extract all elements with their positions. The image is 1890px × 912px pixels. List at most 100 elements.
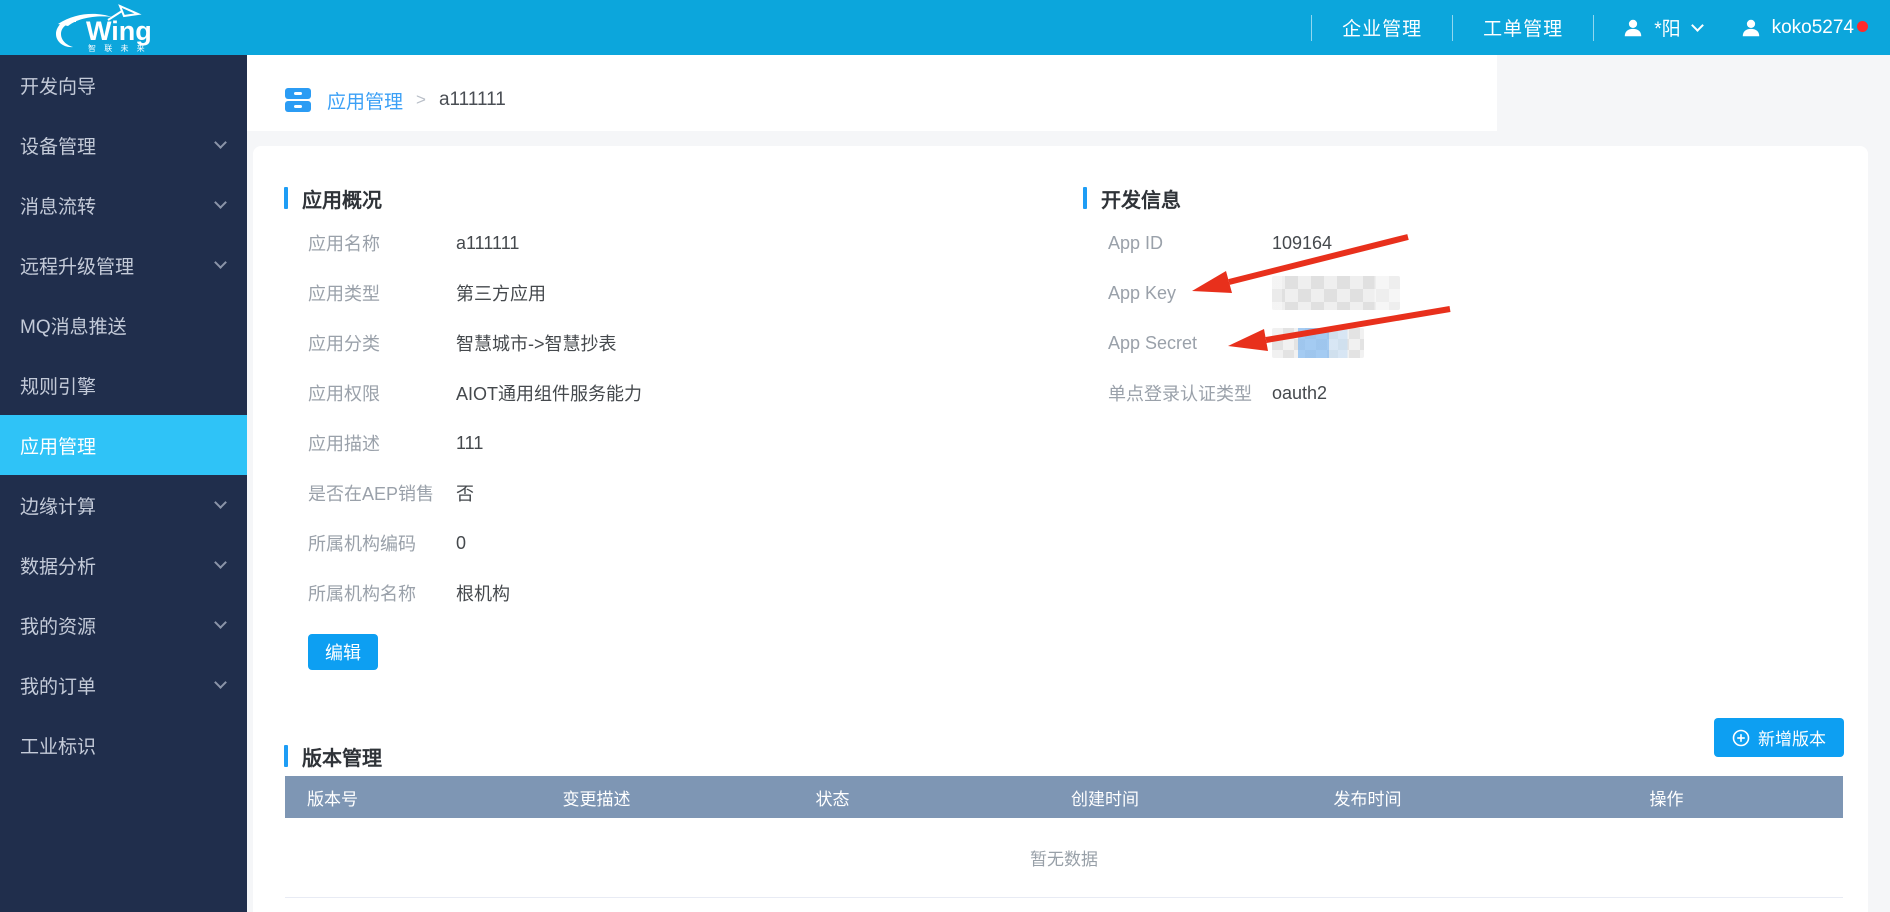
section-accent-bar: [284, 187, 288, 209]
column-header-actions: 操作: [1490, 785, 1843, 810]
column-header-status: 状态: [700, 785, 965, 810]
sidebar-item-edge-computing[interactable]: 边缘计算: [0, 475, 247, 535]
sidebar-item-my-orders[interactable]: 我的订单: [0, 655, 247, 715]
field-row-app-id: App ID 109164: [1083, 218, 1773, 268]
field-value: oauth2: [1272, 383, 1327, 404]
field-label: App Secret: [1083, 333, 1272, 354]
field-label: 所属机构名称: [284, 580, 456, 606]
add-version-button[interactable]: 新增版本: [1714, 718, 1844, 757]
sidebar-item-label: 工业标识: [20, 732, 96, 759]
sidebar-item-my-resources[interactable]: 我的资源: [0, 595, 247, 655]
top-bar: Wing 智 联 未 来 企业管理 工单管理 *阳 koko5274: [0, 0, 1890, 55]
field-value: 109164: [1272, 233, 1332, 254]
sidebar-item-label: 设备管理: [20, 132, 96, 159]
breadcrumb-separator: >: [416, 90, 426, 110]
chevron-down-icon: [214, 676, 227, 689]
section-accent-bar: [284, 745, 288, 767]
app-secret-masked-value: [1272, 328, 1364, 358]
field-value: 否: [456, 480, 474, 506]
chevron-down-icon: [214, 136, 227, 149]
field-row-app-name: 应用名称 a111111: [284, 218, 1054, 268]
edit-button[interactable]: 编辑: [308, 634, 378, 670]
logo-tagline: 智 联 未 来: [88, 43, 148, 52]
version-section-header: 版本管理: [284, 744, 382, 768]
user-menu-name: *阳: [1654, 14, 1680, 41]
chevron-down-icon: [214, 196, 227, 209]
nav-enterprise-management[interactable]: 企业管理: [1312, 14, 1452, 41]
add-version-label: 新增版本: [1758, 725, 1826, 750]
logo-text: Wing: [86, 16, 152, 46]
sidebar-item-dev-wizard[interactable]: 开发向导: [0, 55, 247, 115]
breadcrumb-link-app-management[interactable]: 应用管理: [327, 87, 403, 114]
column-header-change-desc: 变更描述: [493, 785, 700, 810]
column-header-create-time: 创建时间: [965, 785, 1245, 810]
field-value: 根机构: [456, 580, 510, 606]
chevron-down-icon: [214, 616, 227, 629]
field-row-org-code: 所属机构编码 0: [284, 518, 1054, 568]
sidebar: 开发向导 设备管理 消息流转 远程升级管理 MQ消息推送 规则引擎 应用管理 边…: [0, 55, 247, 912]
field-row-app-type: 应用类型 第三方应用: [284, 268, 1054, 318]
field-label: 应用类型: [284, 280, 456, 306]
field-label: 是否在AEP销售: [284, 480, 456, 506]
sidebar-item-label: 数据分析: [20, 552, 96, 579]
field-row-app-category: 应用分类 智慧城市->智慧抄表: [284, 318, 1054, 368]
field-value: AIOT通用组件服务能力: [456, 380, 642, 406]
sidebar-item-label: 我的资源: [20, 612, 96, 639]
sidebar-item-mq-push[interactable]: MQ消息推送: [0, 295, 247, 355]
sidebar-item-remote-upgrade[interactable]: 远程升级管理: [0, 235, 247, 295]
user-icon: [1622, 17, 1644, 39]
breadcrumb: 应用管理 > a111111: [247, 55, 1497, 131]
field-label: 应用名称: [284, 230, 456, 256]
field-row-app-secret: App Secret: [1083, 318, 1773, 368]
sidebar-item-label: 我的订单: [20, 672, 96, 699]
versions-title: 版本管理: [302, 742, 382, 771]
ctwing-logo[interactable]: Wing 智 联 未 来: [46, 4, 196, 52]
nav-workorder-management[interactable]: 工单管理: [1453, 14, 1593, 41]
field-label: App ID: [1083, 233, 1272, 254]
user-icon: [1740, 17, 1762, 39]
app-detail-card: 应用概况 应用名称 a111111 应用类型 第三方应用 应用分类 智慧城市->…: [253, 146, 1868, 912]
sidebar-item-label: 应用管理: [20, 432, 96, 459]
sidebar-item-device-management[interactable]: 设备管理: [0, 115, 247, 175]
field-row-app-key: App Key: [1083, 268, 1773, 318]
dev-info-title: 开发信息: [1101, 184, 1181, 213]
column-header-publish-time: 发布时间: [1245, 785, 1490, 810]
sidebar-item-rule-engine[interactable]: 规则引擎: [0, 355, 247, 415]
overview-title: 应用概况: [302, 184, 382, 213]
field-label: 单点登录认证类型: [1083, 380, 1272, 406]
field-value: 智慧城市->智慧抄表: [456, 330, 617, 356]
field-label: 应用权限: [284, 380, 456, 406]
field-value: 0: [456, 533, 466, 554]
sidebar-item-label: MQ消息推送: [20, 312, 127, 339]
field-row-app-permission: 应用权限 AIOT通用组件服务能力: [284, 368, 1054, 418]
field-row-sso-type: 单点登录认证类型 oauth2: [1083, 368, 1773, 418]
sidebar-item-data-analysis[interactable]: 数据分析: [0, 535, 247, 595]
section-accent-bar: [1083, 187, 1087, 209]
user-menu[interactable]: *阳: [1594, 14, 1729, 41]
field-value: a111111: [456, 233, 519, 254]
sidebar-item-label: 开发向导: [20, 72, 96, 99]
chevron-down-icon: [214, 556, 227, 569]
account-menu[interactable]: koko5274: [1730, 17, 1864, 39]
logo-swoosh-plane-icon: Wing 智 联 未 来: [46, 4, 196, 52]
field-label: App Key: [1083, 283, 1272, 304]
circle-plus-icon: [1732, 729, 1750, 747]
chevron-down-icon: [214, 496, 227, 509]
sidebar-item-app-management[interactable]: 应用管理: [0, 415, 247, 475]
app-archive-icon: [283, 86, 313, 114]
app-overview-section: 应用概况 应用名称 a111111 应用类型 第三方应用 应用分类 智慧城市->…: [284, 186, 1054, 670]
versions-table-header: 版本号 变更描述 状态 创建时间 发布时间 操作: [285, 776, 1843, 818]
account-name: koko5274: [1772, 17, 1854, 39]
sidebar-item-message-flow[interactable]: 消息流转: [0, 175, 247, 235]
sidebar-item-label: 边缘计算: [20, 492, 96, 519]
sidebar-item-industrial-id[interactable]: 工业标识: [0, 715, 247, 775]
field-label: 应用分类: [284, 330, 456, 356]
app-key-masked-value: [1272, 276, 1400, 310]
field-row-aep-sale: 是否在AEP销售 否: [284, 468, 1054, 518]
field-row-app-description: 应用描述 111: [284, 418, 1054, 468]
field-label: 所属机构编码: [284, 530, 456, 556]
sidebar-item-label: 远程升级管理: [20, 252, 134, 279]
sidebar-item-label: 消息流转: [20, 192, 96, 219]
field-row-org-name: 所属机构名称 根机构: [284, 568, 1054, 618]
top-nav: 企业管理 工单管理 *阳 koko5274: [1311, 0, 1890, 55]
